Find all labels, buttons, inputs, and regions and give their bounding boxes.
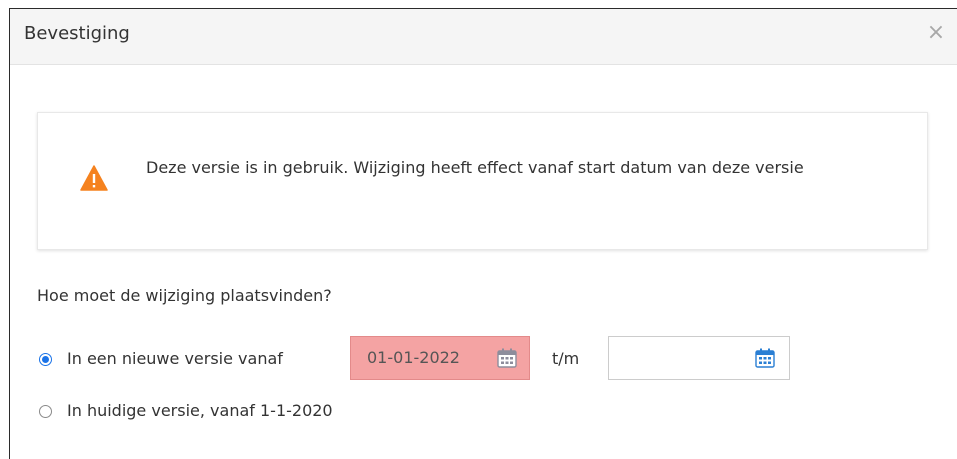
- warning-text: Deze versie is in gebruik. Wijziging hee…: [146, 158, 804, 177]
- radio-new-version[interactable]: [39, 353, 52, 366]
- radio-current-version[interactable]: [39, 405, 52, 418]
- from-date-value: 01-01-2022: [367, 348, 460, 367]
- radio-new-version-label[interactable]: In een nieuwe versie vanaf: [67, 348, 283, 370]
- warning-message-box: Deze versie is in gebruik. Wijziging hee…: [37, 112, 928, 250]
- warning-triangle-icon: [80, 165, 108, 191]
- question-label: Hoe moet de wijziging plaatsvinden?: [37, 286, 332, 305]
- from-date-input[interactable]: 01-01-2022: [350, 336, 530, 380]
- dialog-header: Bevestiging ×: [10, 9, 957, 65]
- dialog-title: Bevestiging: [24, 23, 130, 44]
- confirmation-dialog: Bevestiging × Deze versie is in gebruik.…: [9, 8, 957, 459]
- calendar-icon[interactable]: [754, 347, 776, 369]
- radio-current-version-label[interactable]: In huidige versie, vanaf 1-1-2020: [67, 400, 333, 422]
- until-label: t/m: [552, 349, 580, 368]
- calendar-icon[interactable]: [496, 347, 518, 369]
- until-date-input[interactable]: [608, 336, 790, 380]
- close-icon[interactable]: ×: [926, 21, 946, 45]
